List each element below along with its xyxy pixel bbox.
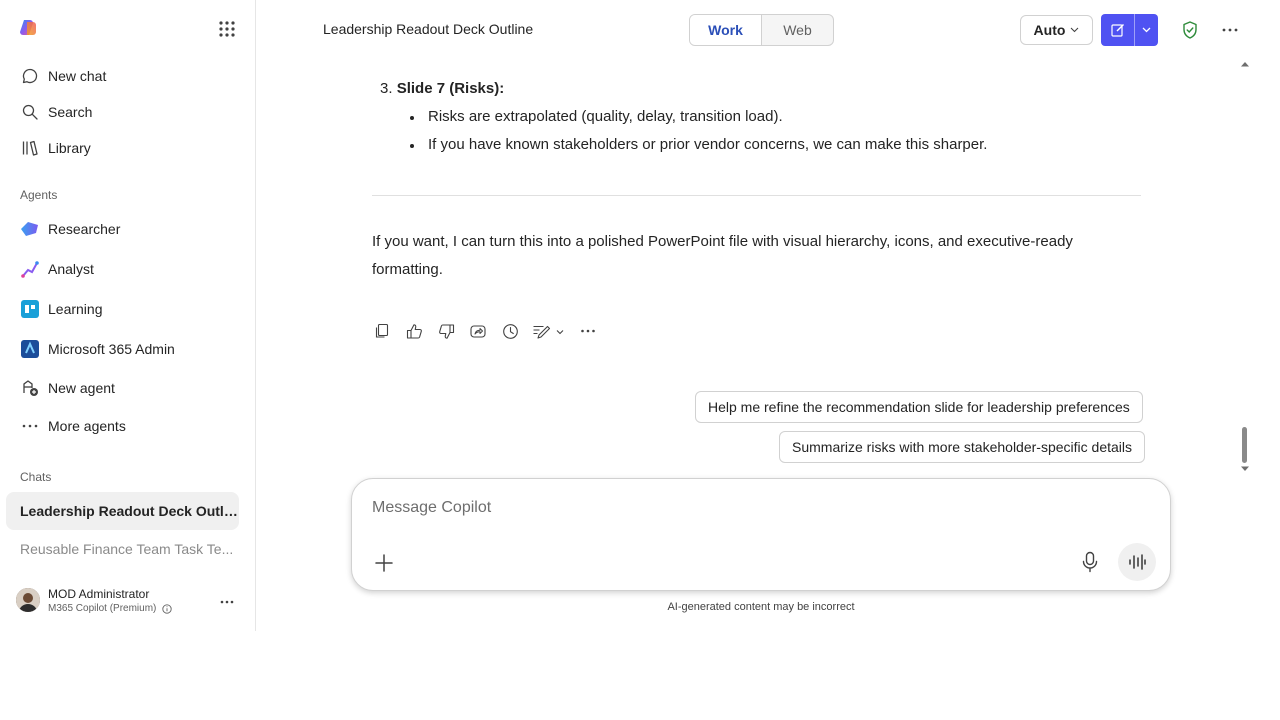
list-title: Slide 7 (Risks): <box>396 80 505 97</box>
list-item: 3. Slide 7 (Risks): <box>380 80 504 97</box>
edit-pen-icon <box>533 325 564 339</box>
nav-search[interactable]: Search <box>20 100 92 124</box>
scroll-up-arrow-icon[interactable] <box>1240 60 1250 68</box>
copilot-logo-icon[interactable] <box>18 18 38 38</box>
edit-dropdown[interactable] <box>532 321 566 341</box>
chat-item-active[interactable]: Leadership Readout Deck Outline <box>6 492 239 530</box>
agent-label: Microsoft 365 Admin <box>48 341 175 357</box>
chat-transcript: 3. Slide 7 (Risks): Risks are extrapolat… <box>256 60 1240 475</box>
history-icon[interactable] <box>500 321 520 341</box>
profile-more-icon[interactable] <box>219 594 235 610</box>
share-icon[interactable] <box>468 321 488 341</box>
suggestion-chip[interactable]: Summarize risks with more stakeholder-sp… <box>779 431 1145 463</box>
page-title: Leadership Readout Deck Outline <box>323 21 534 37</box>
chat-label: Leadership Readout Deck Outline <box>20 503 239 519</box>
profile[interactable]: MOD Administrator M365 Copilot (Premium) <box>16 586 241 618</box>
agents-heading: Agents <box>20 188 58 202</box>
nav-label: Search <box>48 104 93 120</box>
new-page-button[interactable] <box>1101 14 1158 46</box>
profile-plan: M365 Copilot (Premium) <box>48 603 173 614</box>
agent-learning[interactable]: Learning <box>20 297 103 321</box>
bullet-item: Risks are extrapolated (quality, delay, … <box>410 108 783 125</box>
scroll-down-arrow-icon[interactable] <box>1240 465 1250 473</box>
model-label: Auto <box>1033 22 1066 38</box>
profile-plan-label: M365 Copilot (Premium) <box>48 603 157 614</box>
more-agents-icon <box>20 416 40 436</box>
closing-paragraph: If you want, I can turn this into a poli… <box>372 233 1073 278</box>
list-number: 3. <box>380 80 393 97</box>
agent-more[interactable]: More agents <box>20 414 126 438</box>
scrollbar-thumb[interactable] <box>1242 427 1247 463</box>
voice-mode-button[interactable] <box>1118 543 1156 581</box>
chevron-down-icon[interactable] <box>1135 14 1158 46</box>
search-icon <box>20 102 40 122</box>
toggle-work[interactable]: Work <box>690 15 762 45</box>
chat-label: Reusable Finance Team Task Te... <box>20 541 234 557</box>
compose-icon[interactable] <box>1101 14 1135 46</box>
ai-disclaimer: AI-generated content may be incorrect <box>667 601 855 613</box>
divider <box>372 195 1141 196</box>
agent-analyst[interactable]: Analyst <box>20 257 94 281</box>
message-input[interactable] <box>372 497 1052 519</box>
message-actions <box>372 320 610 342</box>
thumbs-down-icon[interactable] <box>436 321 456 341</box>
info-icon[interactable] <box>162 603 173 614</box>
message-composer <box>351 478 1171 591</box>
nav-label: New chat <box>48 68 107 84</box>
more-actions-icon[interactable] <box>578 321 598 341</box>
sidebar: New chat Search Library Agents Researche… <box>0 0 256 631</box>
more-options-icon[interactable] <box>1221 22 1239 38</box>
bullet-item: If you have known stakeholders or prior … <box>410 136 987 153</box>
model-selector[interactable]: Auto <box>1020 15 1093 45</box>
avatar[interactable] <box>16 588 40 612</box>
nav-library[interactable]: Library <box>20 136 91 160</box>
chat-bubble-icon <box>20 66 40 86</box>
agent-new[interactable]: New agent <box>20 376 115 400</box>
microphone-icon[interactable] <box>1080 551 1100 573</box>
work-web-toggle[interactable]: Work Web <box>689 14 834 46</box>
chat-item[interactable]: Reusable Finance Team Task Te... <box>6 530 239 568</box>
agent-m365-admin[interactable]: Microsoft 365 Admin <box>20 337 175 361</box>
agent-label: Analyst <box>48 261 94 277</box>
chats-heading: Chats <box>20 470 52 484</box>
agent-researcher[interactable]: Researcher <box>20 217 120 241</box>
profile-name: MOD Administrator <box>48 587 150 601</box>
nav-label: Library <box>48 140 91 156</box>
nav-new-chat[interactable]: New chat <box>20 64 106 88</box>
library-icon <box>20 138 40 158</box>
bullet-text: Risks are extrapolated (quality, delay, … <box>428 108 783 125</box>
learning-icon <box>20 299 40 319</box>
copy-icon[interactable] <box>372 321 392 341</box>
shield-check-icon[interactable] <box>1180 20 1200 40</box>
new-agent-icon <box>20 378 40 398</box>
analyst-icon <box>20 259 40 279</box>
toggle-web[interactable]: Web <box>762 15 833 45</box>
m365-admin-icon <box>20 339 40 359</box>
agent-label: New agent <box>48 380 115 396</box>
researcher-icon <box>20 219 40 239</box>
suggestion-chip[interactable]: Help me refine the recommendation slide … <box>695 391 1143 423</box>
thumbs-up-icon[interactable] <box>404 321 424 341</box>
app-launcher-icon[interactable] <box>218 20 236 38</box>
plus-icon[interactable] <box>374 553 394 573</box>
agent-label: Learning <box>48 301 103 317</box>
agent-label: More agents <box>48 418 126 434</box>
voice-waveform-icon <box>1129 554 1146 570</box>
bullet-text: If you have known stakeholders or prior … <box>428 136 988 153</box>
chevron-down-icon <box>1071 27 1079 33</box>
agent-label: Researcher <box>48 221 121 237</box>
